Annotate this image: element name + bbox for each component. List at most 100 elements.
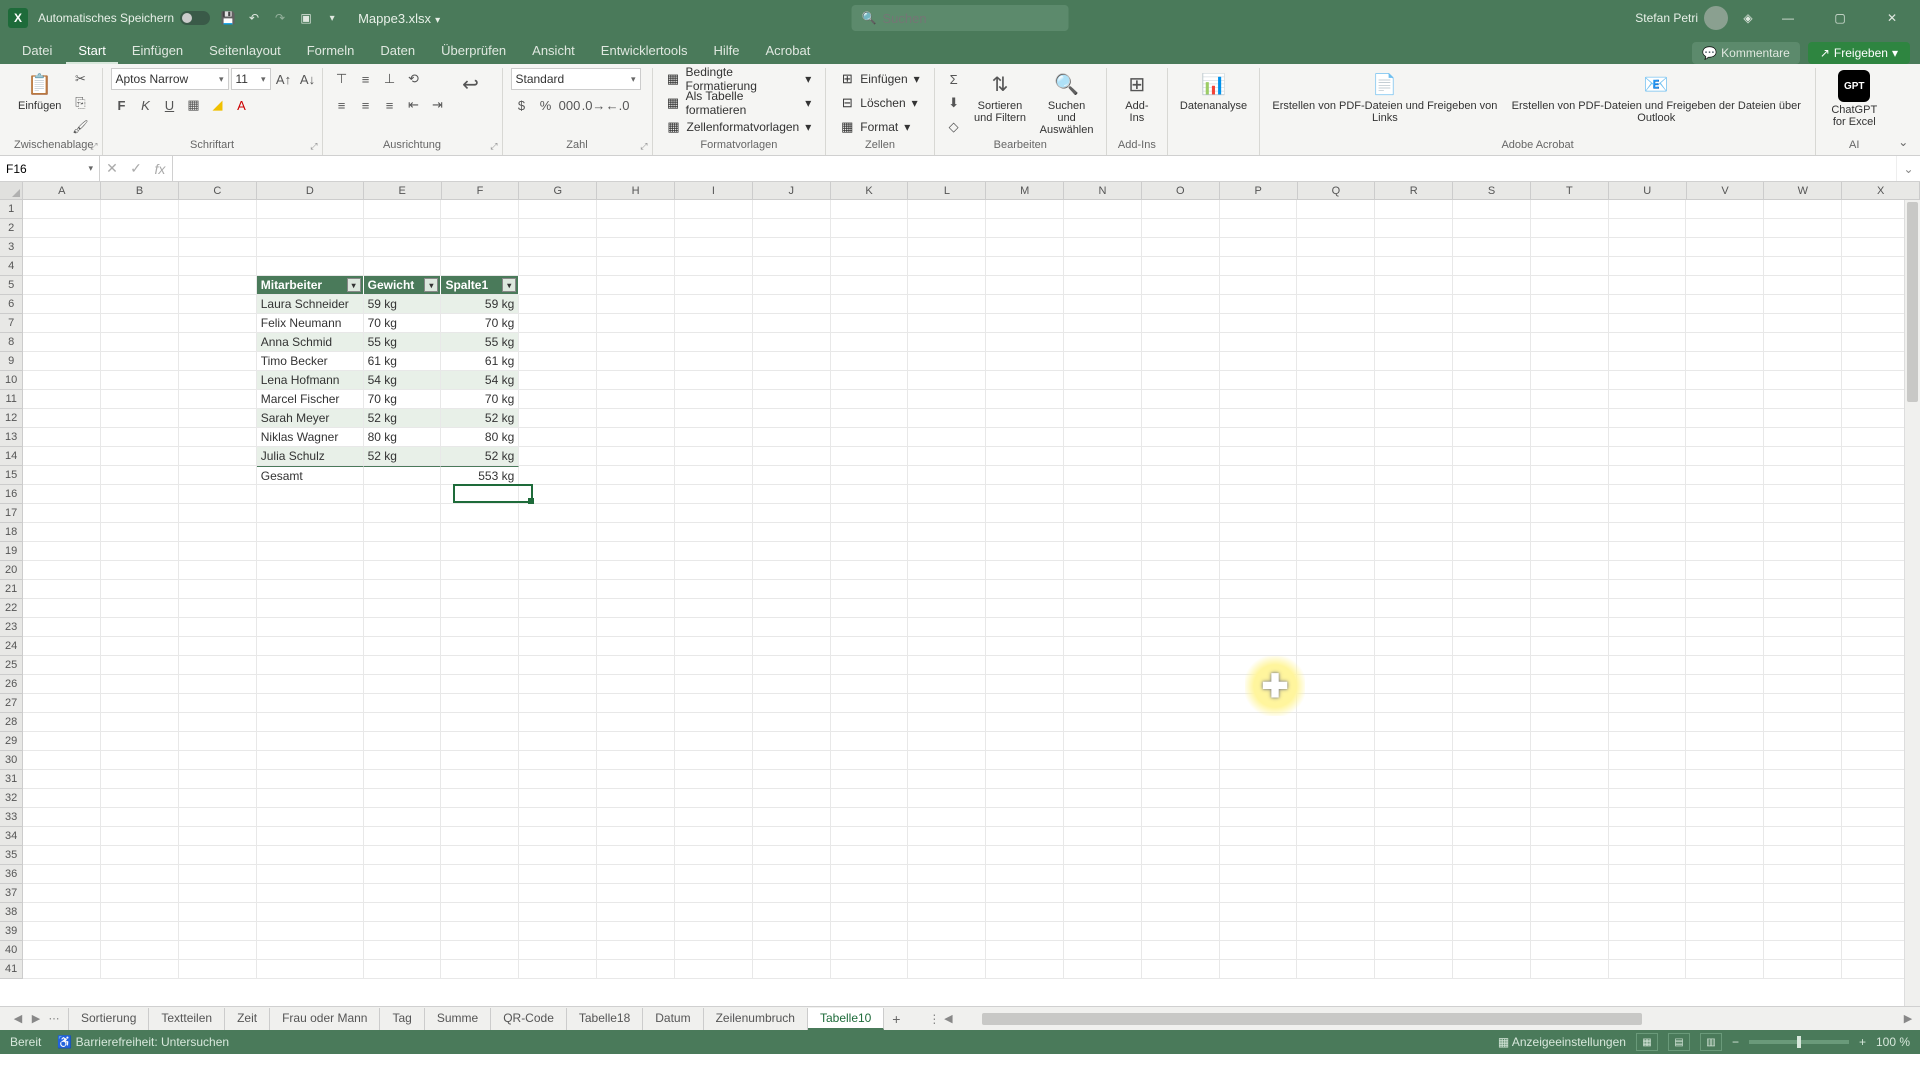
cell-S16[interactable] (1453, 485, 1531, 504)
pdf-links-button[interactable]: 📄Erstellen von PDF-Dateien und Freigeben… (1268, 68, 1501, 126)
cell-G41[interactable] (519, 960, 597, 979)
cell-U2[interactable] (1609, 219, 1687, 238)
cell-L3[interactable] (908, 238, 986, 257)
cell-V17[interactable] (1686, 504, 1764, 523)
cell-S6[interactable] (1453, 295, 1531, 314)
align-top-icon[interactable]: ⊤ (331, 68, 353, 90)
cell-S4[interactable] (1453, 257, 1531, 276)
cell-I15[interactable] (675, 466, 753, 485)
cell-K27[interactable] (831, 694, 909, 713)
cell-D20[interactable] (257, 561, 364, 580)
cell-H21[interactable] (597, 580, 675, 599)
cell-O39[interactable] (1142, 922, 1220, 941)
cell-J16[interactable] (753, 485, 831, 504)
cell-K33[interactable] (831, 808, 909, 827)
cell-O26[interactable] (1142, 675, 1220, 694)
cell-L19[interactable] (908, 542, 986, 561)
sheet-nav-last-icon[interactable]: ▶ (28, 1012, 44, 1025)
cell-N19[interactable] (1064, 542, 1142, 561)
cell-P9[interactable] (1220, 352, 1298, 371)
cell-Q1[interactable] (1297, 200, 1375, 219)
increase-decimal-icon[interactable]: .0→ (583, 94, 605, 116)
cell-C40[interactable] (179, 941, 257, 960)
cell-N21[interactable] (1064, 580, 1142, 599)
pdf-outlook-button[interactable]: 📧Erstellen von PDF-Dateien und Freigeben… (1506, 68, 1807, 126)
cell-D18[interactable] (257, 523, 364, 542)
row-header[interactable]: 34 (0, 827, 23, 846)
cell-E13[interactable]: 80 kg (364, 428, 442, 447)
cell-Q9[interactable] (1297, 352, 1375, 371)
row-header[interactable]: 18 (0, 523, 23, 542)
cell-E39[interactable] (364, 922, 442, 941)
cell-P13[interactable] (1220, 428, 1298, 447)
cell-R32[interactable] (1375, 789, 1453, 808)
cell-R15[interactable] (1375, 466, 1453, 485)
cell-H38[interactable] (597, 903, 675, 922)
cell-U14[interactable] (1609, 447, 1687, 466)
cell-A35[interactable] (23, 846, 101, 865)
cell-S39[interactable] (1453, 922, 1531, 941)
cell-N25[interactable] (1064, 656, 1142, 675)
cell-Q25[interactable] (1297, 656, 1375, 675)
cell-F33[interactable] (441, 808, 519, 827)
cell-R1[interactable] (1375, 200, 1453, 219)
cell-S33[interactable] (1453, 808, 1531, 827)
cell-G25[interactable] (519, 656, 597, 675)
cell-E41[interactable] (364, 960, 442, 979)
row-header[interactable]: 39 (0, 922, 23, 941)
cell-E15[interactable] (364, 466, 442, 485)
save-icon[interactable]: 💾 (220, 10, 236, 26)
cell-L11[interactable] (908, 390, 986, 409)
cell-M26[interactable] (986, 675, 1064, 694)
cell-L20[interactable] (908, 561, 986, 580)
cell-E38[interactable] (364, 903, 442, 922)
cell-N4[interactable] (1064, 257, 1142, 276)
row-header[interactable]: 7 (0, 314, 23, 333)
status-accessibility[interactable]: ♿ Barrierefreiheit: Untersuchen (57, 1035, 229, 1049)
cell-W20[interactable] (1764, 561, 1842, 580)
cell-V18[interactable] (1686, 523, 1764, 542)
sheet-nav-menu-icon[interactable]: ⋯ (46, 1012, 62, 1025)
cell-G35[interactable] (519, 846, 597, 865)
row-header[interactable]: 8 (0, 333, 23, 352)
cell-P12[interactable] (1220, 409, 1298, 428)
cell-H20[interactable] (597, 561, 675, 580)
cell-P31[interactable] (1220, 770, 1298, 789)
cell-S26[interactable] (1453, 675, 1531, 694)
cell-H16[interactable] (597, 485, 675, 504)
cell-I5[interactable] (675, 276, 753, 295)
cell-Q10[interactable] (1297, 371, 1375, 390)
cell-A39[interactable] (23, 922, 101, 941)
cell-B6[interactable] (101, 295, 179, 314)
cell-E3[interactable] (364, 238, 442, 257)
cell-V35[interactable] (1686, 846, 1764, 865)
cell-E23[interactable] (364, 618, 442, 637)
accept-formula-icon[interactable]: ✓ (124, 160, 148, 177)
cell-V31[interactable] (1686, 770, 1764, 789)
cell-Q18[interactable] (1297, 523, 1375, 542)
cell-I28[interactable] (675, 713, 753, 732)
cell-B36[interactable] (101, 865, 179, 884)
cell-E10[interactable]: 54 kg (364, 371, 442, 390)
cell-S36[interactable] (1453, 865, 1531, 884)
cell-H4[interactable] (597, 257, 675, 276)
cell-S17[interactable] (1453, 504, 1531, 523)
cell-G22[interactable] (519, 599, 597, 618)
cell-U33[interactable] (1609, 808, 1687, 827)
cell-C5[interactable] (179, 276, 257, 295)
cell-K1[interactable] (831, 200, 909, 219)
cell-A4[interactable] (23, 257, 101, 276)
orientation-icon[interactable]: ⟲ (403, 68, 425, 90)
cell-T31[interactable] (1531, 770, 1609, 789)
cell-I27[interactable] (675, 694, 753, 713)
cell-G18[interactable] (519, 523, 597, 542)
cell-P26[interactable] (1220, 675, 1298, 694)
cell-H9[interactable] (597, 352, 675, 371)
cell-B39[interactable] (101, 922, 179, 941)
cell-R17[interactable] (1375, 504, 1453, 523)
cell-R28[interactable] (1375, 713, 1453, 732)
cell-R21[interactable] (1375, 580, 1453, 599)
cell-Q21[interactable] (1297, 580, 1375, 599)
cell-V33[interactable] (1686, 808, 1764, 827)
cell-F14[interactable]: 52 kg (441, 447, 519, 466)
